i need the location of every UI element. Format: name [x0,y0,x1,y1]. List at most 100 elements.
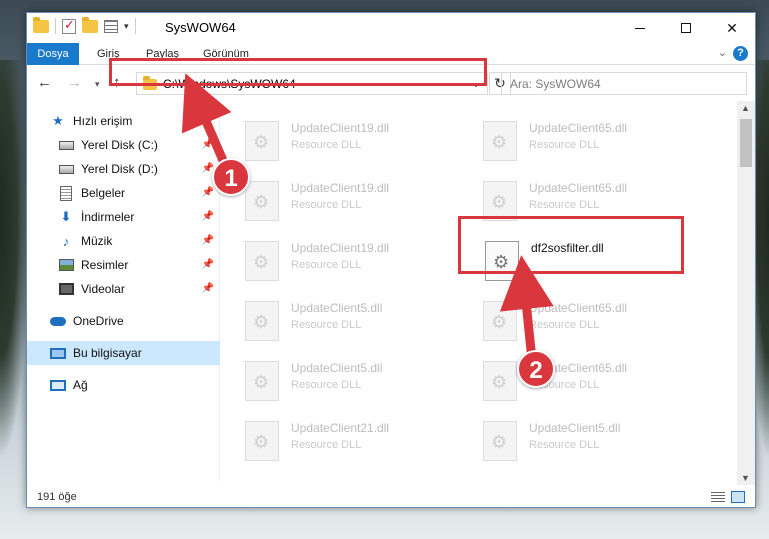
sidebar-item-label: Resimler [81,258,129,272]
file-name: df2sosfilter.dll [531,241,604,255]
dll-file-icon [245,301,279,341]
file-name: UpdateClient5.dll [529,421,621,435]
file-list: UpdateClient19.dll Resource DLL UpdateCl… [221,105,737,481]
forward-arrow-icon[interactable]: → [67,74,82,91]
help-icon[interactable]: ? [733,46,748,61]
dll-file-icon [245,241,279,281]
file-item[interactable]: UpdateClient65.dll Resource DLL [483,119,703,175]
properties-check-icon[interactable] [62,17,76,34]
expand-ribbon-icon[interactable]: ⌄ [718,46,727,59]
sidebar-item-label: Hızlı erişim [73,114,133,128]
recent-locations-icon[interactable]: ▾ [95,79,100,90]
file-item[interactable]: UpdateClient19.dll Resource DLL [245,239,465,295]
drive-icon [57,161,75,177]
file-item[interactable]: UpdateClient5.dll Resource DLL [245,299,465,355]
minimize-icon [635,27,645,29]
pin-icon[interactable]: 📌 [202,211,214,222]
sidebar-item-pictures[interactable]: Resimler 📌 [27,253,220,277]
toolbar-separator [55,18,56,34]
scroll-up-icon[interactable]: ▲ [741,103,750,113]
file-item[interactable]: UpdateClient5.dll Resource DLL [245,359,465,415]
title-bar: ▾ SysWOW64 ✕ [27,13,755,43]
star-icon: ★ [52,113,64,128]
file-item[interactable]: UpdateClient65.dll Resource DLL [483,179,703,235]
address-folder-icon [143,76,157,90]
explorer-window: ▾ SysWOW64 ✕ Dosya Giriş Paylaş Görünüm … [26,12,756,508]
file-item[interactable]: UpdateClient65.dll Resource DLL [483,359,703,415]
file-type: Resource DLL [529,319,600,331]
file-item[interactable]: UpdateClient5.dll Resource DLL [483,419,703,475]
status-bar: 191 öğe [27,487,755,507]
dll-file-icon [483,121,517,161]
pin-icon[interactable]: 📌 [202,187,214,198]
sidebar-item-label: Yerel Disk (D:) [81,162,158,176]
navigation-pane: ★ Hızlı erişim Yerel Disk (C:) 📌 Yerel D… [27,105,220,481]
customize-icon[interactable] [104,19,118,33]
ribbon-tabs: Dosya Giriş Paylaş Görünüm ⌄ ? [27,43,755,99]
maximize-icon [681,23,691,33]
file-type: Resource DLL [291,439,362,451]
sidebar-item-disk-c[interactable]: Yerel Disk (C:) 📌 [27,133,220,157]
pin-icon[interactable]: 📌 [202,235,214,246]
documents-icon [57,185,75,201]
details-view-icon[interactable] [711,492,725,503]
search-input[interactable] [502,73,746,94]
tab-share[interactable]: Paylaş [146,43,179,65]
search-box[interactable] [501,72,747,95]
file-item[interactable]: UpdateClient65.dll Resource DLL [483,299,703,355]
dll-file-icon [245,421,279,461]
vertical-scrollbar[interactable]: ▲ ▼ [737,101,755,485]
music-icon: ♪ [62,233,70,249]
downloads-icon: ⬇ [60,209,72,224]
sidebar-item-network[interactable]: Ağ [27,373,220,397]
pin-icon[interactable]: 📌 [202,283,214,294]
sidebar-item-this-pc[interactable]: Bu bilgisayar [27,341,220,365]
dll-file-icon [245,121,279,161]
sidebar-item-label: Belgeler [81,186,126,200]
up-arrow-icon[interactable]: ↑ [113,74,121,91]
folder-icon [33,16,49,33]
large-icons-view-icon[interactable] [731,491,745,503]
file-item-df2sosfilter[interactable]: df2sosfilter.dll [485,239,705,295]
tab-view[interactable]: Görünüm [203,43,249,65]
file-item[interactable]: UpdateClient19.dll Resource DLL [245,119,465,175]
address-bar[interactable]: C:\Windows\SysWOW64 ⌄ [136,72,488,95]
pictures-icon [57,257,75,273]
back-arrow-icon[interactable]: ← [37,74,52,91]
tab-home[interactable]: Giriş [97,43,120,65]
step1-badge: 1 [212,158,250,196]
close-icon: ✕ [726,19,738,36]
file-type: Resource DLL [291,319,362,331]
toolbar-dropdown-icon[interactable]: ▾ [124,21,129,32]
sidebar-item-onedrive[interactable]: OneDrive [27,309,220,333]
scroll-thumb[interactable] [740,119,752,167]
dll-file-icon [483,421,517,461]
minimize-button[interactable] [617,13,663,43]
scroll-down-icon[interactable]: ▼ [741,473,750,483]
sidebar-item-videos[interactable]: Videolar 📌 [27,277,220,301]
file-name: UpdateClient19.dll [291,181,390,195]
sidebar-item-downloads[interactable]: ⬇ İndirmeler 📌 [27,205,220,229]
file-type: Resource DLL [529,139,600,151]
sidebar-item-label: Bu bilgisayar [73,346,142,360]
sidebar-item-label: İndirmeler [81,210,135,224]
maximize-button[interactable] [663,13,709,43]
address-path[interactable]: C:\Windows\SysWOW64 [163,77,296,91]
close-button[interactable]: ✕ [709,13,755,43]
sidebar-item-music[interactable]: ♪ Müzik 📌 [27,229,220,253]
dll-file-icon [485,241,519,281]
file-type: Resource DLL [291,139,362,151]
step2-badge: 2 [517,350,555,388]
pin-icon[interactable]: 📌 [202,139,214,150]
sidebar-item-disk-d[interactable]: Yerel Disk (D:) 📌 [27,157,220,181]
file-name: UpdateClient5.dll [291,301,383,315]
file-item[interactable]: UpdateClient21.dll Resource DLL [245,419,465,475]
address-dropdown-icon[interactable]: ⌄ [471,76,481,90]
file-item[interactable]: UpdateClient19.dll Resource DLL [245,179,465,235]
dll-file-icon [245,361,279,401]
pin-icon[interactable]: 📌 [202,259,214,270]
videos-icon [57,281,75,297]
new-folder-icon[interactable] [82,16,98,33]
sidebar-item-quick-access[interactable]: ★ Hızlı erişim [27,109,220,133]
sidebar-item-documents[interactable]: Belgeler 📌 [27,181,220,205]
